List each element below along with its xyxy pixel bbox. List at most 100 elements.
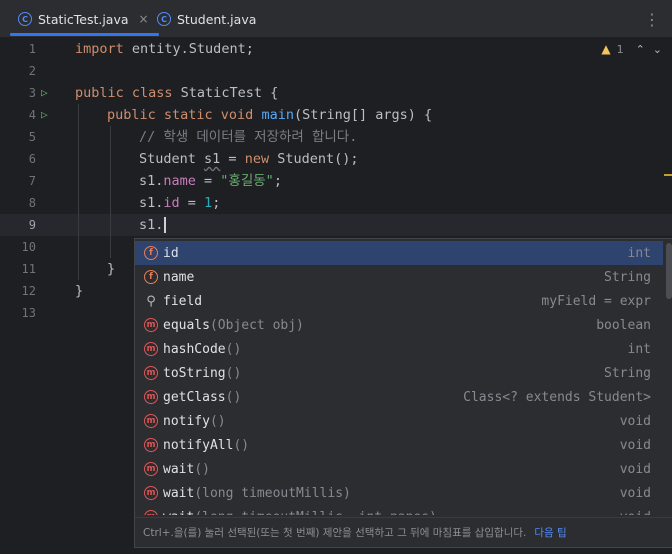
method-icon: m — [144, 414, 158, 428]
completion-item[interactable]: m toString() String — [135, 361, 663, 385]
string-literal: "홍길동" — [220, 173, 274, 189]
java-class-icon: C — [157, 12, 171, 26]
code-line-8[interactable]: s1.id = 1; — [139, 192, 220, 214]
tab-student[interactable]: C Student.java — [157, 0, 256, 38]
completion-list[interactable]: f id int f name String ⚲ field myField = expr m eq… — [135, 239, 663, 515]
keyword: import — [75, 41, 124, 57]
completion-item-type: void — [620, 510, 663, 516]
completion-item-name: notify — [163, 413, 210, 429]
warning-icon: ▲ — [601, 42, 611, 56]
line-number: 2 — [28, 64, 36, 78]
code-text: s1. — [139, 195, 164, 211]
field-icon: f — [144, 270, 158, 284]
code-line-6[interactable]: Student s1 = new Student(); — [139, 148, 358, 170]
completion-item-params: () — [225, 365, 242, 381]
completion-item[interactable]: m equals (Object obj) boolean — [135, 313, 663, 337]
completion-item-params: (long timeoutMillis) — [194, 485, 351, 501]
code-text: ; — [273, 173, 282, 189]
code-text: = — [220, 151, 245, 167]
more-options-icon[interactable]: ⋮ — [644, 10, 660, 29]
completion-item-type: Class<? extends Student> — [463, 389, 651, 405]
code-line-7[interactable]: s1.name = "홍길동"; — [139, 170, 282, 192]
popup-scrollbar[interactable] — [666, 243, 672, 299]
code-text: (String[] args) { — [293, 107, 433, 123]
completion-item-params: () — [194, 461, 210, 477]
completion-item-type: myField = expr — [541, 293, 651, 309]
line-number: 9 — [28, 218, 36, 232]
completion-item-params: (Object obj) — [209, 317, 304, 333]
run-icon[interactable]: ▷ — [41, 82, 53, 104]
line-number: 4 — [28, 108, 36, 122]
line-number: 10 — [21, 240, 36, 254]
code-text: = — [179, 195, 205, 211]
code-line-4[interactable]: public static void main(String[] args) { — [107, 104, 432, 126]
code-line-11[interactable]: } — [107, 258, 115, 280]
completion-item-params: (long timeoutMillis, int nanos) — [194, 510, 437, 516]
editor-tab-bar: C StaticTest.java × C Student.java ⋮ — [0, 0, 672, 38]
inspection-widget[interactable]: ▲ 1 ⌃ ⌄ — [601, 42, 662, 56]
indent-guide — [78, 104, 79, 280]
code-text: Student(); — [269, 151, 359, 167]
completion-hint: Ctrl+.을(를) 눌러 선택된(또는 첫 번째) 제안을 선택하고 그 뒤에… — [135, 517, 672, 547]
field-ref: name — [163, 173, 196, 189]
completion-item-type: String — [604, 269, 651, 285]
completion-item[interactable]: m hashCode() int — [135, 337, 663, 361]
completion-item[interactable]: f name String — [135, 265, 663, 289]
method-icon: m — [144, 366, 158, 380]
java-class-icon: C — [18, 12, 32, 26]
code-line-5[interactable]: // 학생 데이터를 저장하려 합니다. — [139, 126, 357, 148]
completion-item-name: notifyAll — [163, 437, 234, 453]
completion-item[interactable]: m notify() void — [135, 409, 663, 433]
completion-item-name: name — [163, 269, 195, 285]
code-text: s1. — [139, 173, 164, 189]
tab-label: Student.java — [177, 11, 257, 27]
completion-item-type: void — [619, 437, 651, 453]
chevron-down-icon[interactable]: ⌄ — [653, 43, 662, 56]
completion-item-name: getClass — [163, 389, 226, 405]
code-text: ; — [212, 195, 221, 211]
number-literal: 1 — [204, 195, 213, 211]
completion-item-name: id — [163, 245, 179, 261]
completion-item-type: boolean — [596, 317, 651, 333]
code-line-9[interactable]: s1. — [139, 214, 167, 236]
code-line-12[interactable]: } — [75, 280, 83, 302]
tab-static-test[interactable]: C StaticTest.java × — [10, 0, 159, 38]
line-number: 3 — [28, 86, 36, 100]
run-icon[interactable]: ▷ — [41, 104, 53, 126]
chevron-up-icon[interactable]: ⌃ — [636, 43, 645, 56]
completion-item-name: wait — [163, 461, 195, 477]
field-icon: f — [144, 246, 158, 260]
keyword: new — [244, 151, 270, 167]
keyword: public static void — [107, 107, 254, 123]
completion-item[interactable]: ⚲ field myField = expr — [135, 289, 663, 313]
text-caret — [164, 217, 167, 233]
completion-item-params: () — [225, 341, 242, 357]
line-number: 5 — [28, 130, 36, 144]
close-icon[interactable]: × — [139, 12, 149, 26]
property-icon: ⚲ — [146, 293, 156, 309]
current-line-highlight — [0, 214, 672, 236]
completion-item-type: void — [619, 413, 651, 429]
completion-item[interactable]: m wait (long timeoutMillis) void — [135, 481, 663, 505]
completion-item[interactable]: m wait() void — [135, 457, 663, 481]
warning-stripe-marker[interactable] — [664, 174, 672, 176]
completion-item[interactable]: m notifyAll() void — [135, 433, 663, 457]
completion-item[interactable]: mwait(long timeoutMillis, int nanos) void — [135, 505, 663, 515]
next-tip-link[interactable]: 다음 팁 — [534, 525, 566, 540]
completion-item[interactable]: f id int — [135, 241, 663, 265]
completion-item-type: void — [619, 485, 651, 501]
code-line-3[interactable]: public class StaticTest { — [75, 82, 278, 104]
method-icon: m — [144, 462, 158, 476]
method-icon: m — [144, 438, 158, 452]
code-text: s1. — [139, 217, 164, 233]
completion-item-type: int — [627, 245, 651, 261]
completion-item[interactable]: m getClass() Class<? extends Student> — [135, 385, 663, 409]
line-number: 8 — [28, 196, 36, 210]
code-completion-popup[interactable]: f id int f name String ⚲ field myField = expr m eq… — [134, 238, 672, 548]
method-icon: m — [144, 510, 158, 515]
completion-item-name: wait — [163, 510, 194, 516]
completion-item-params: () — [209, 413, 226, 429]
code-line-1[interactable]: import entity.Student; — [75, 38, 254, 60]
warning-count: 1 — [616, 42, 624, 56]
completion-item-name: equals — [163, 317, 210, 333]
